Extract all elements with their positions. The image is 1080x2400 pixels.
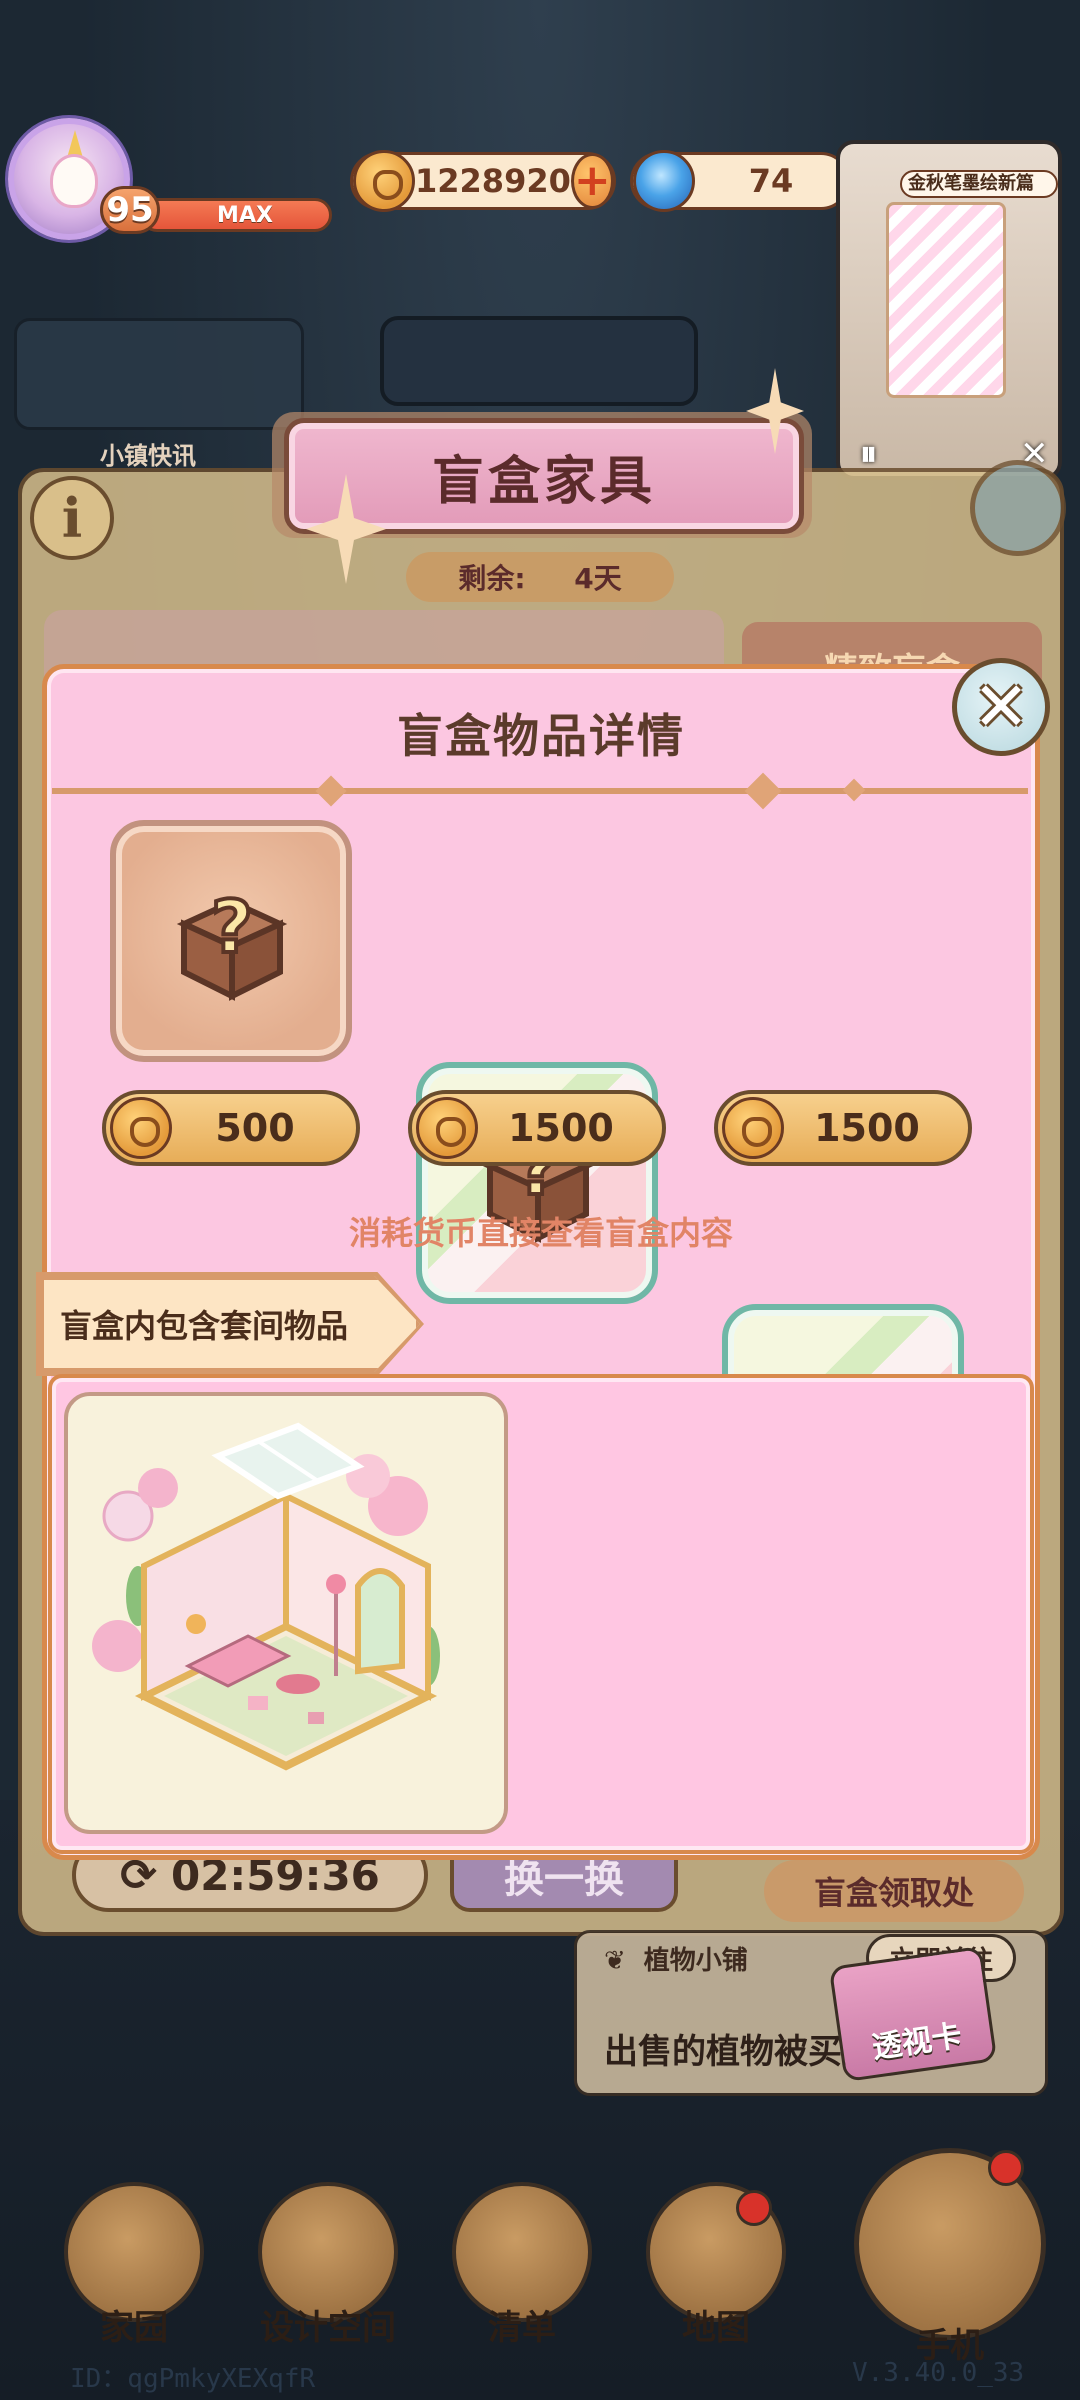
unicorn-face-icon <box>50 154 98 208</box>
coin-icon <box>722 1097 784 1159</box>
coin-icon <box>416 1097 478 1159</box>
coin-amount: 1228920 <box>415 162 571 200</box>
info-button[interactable]: i <box>30 476 114 560</box>
add-coins-button[interactable]: + <box>570 153 614 209</box>
xray-card-button[interactable]: 透视卡 <box>828 1945 998 2083</box>
box-2-price: 1500 <box>508 1106 614 1150</box>
leaf-icon: ❦ <box>604 1946 626 1976</box>
detail-modal-title: 盲盒物品详情 <box>397 709 685 763</box>
game-version: V.3.40.0_33 <box>852 2358 1025 2388</box>
svg-text:?: ? <box>211 885 253 969</box>
pip-character-card <box>886 202 1006 398</box>
remaining-value: 4天 <box>574 562 622 595</box>
phone-notification-dot <box>988 2150 1024 2186</box>
reveal-box-3-button[interactable]: 1500 <box>714 1090 972 1166</box>
plant-shop-label: ❦ 植物小铺 <box>604 1940 748 1977</box>
reveal-box-1-button[interactable]: 500 <box>102 1090 360 1166</box>
floating-video-window[interactable]: 金秋笔墨绘新篇 ⏸ ✕ <box>836 140 1062 480</box>
main-panel-title: 盲盒家具 <box>284 418 804 534</box>
isometric-room-illustration <box>92 1422 440 1771</box>
level-max-label: MAX <box>217 202 273 228</box>
nav-map-label: 地图 <box>682 2308 750 2348</box>
coin-icon <box>353 150 415 212</box>
night-event-banner[interactable] <box>380 316 698 406</box>
suite-room-item-card[interactable] <box>64 1392 508 1834</box>
level-progress-bar: MAX <box>140 198 332 232</box>
gem-counter: 74 <box>630 150 850 212</box>
swirl-gem-icon <box>633 150 695 212</box>
gem-amount: 74 <box>748 162 794 200</box>
level-badge: 95 <box>100 186 160 234</box>
consume-currency-hint: 消耗货币直接查看盲盒内容 <box>348 1214 733 1252</box>
remaining-time-pill: 剩余: 4天 <box>406 552 674 602</box>
box-3-price: 1500 <box>814 1106 920 1150</box>
title-divider <box>52 788 1028 794</box>
suite-items-section-label: 盲盒内包含套间物品 <box>60 1307 349 1345</box>
player-id: ID：qgPmkyXEXqfR <box>70 2364 316 2394</box>
town-news-label: 小镇快讯 <box>100 442 196 470</box>
main-panel-close-button[interactable] <box>970 460 1066 556</box>
mystery-box-icon: ? <box>176 884 288 1001</box>
remaining-label: 剩余: <box>458 562 526 595</box>
detail-close-button[interactable]: ✕ <box>952 658 1050 756</box>
main-panel-title-text: 盲盒家具 <box>431 451 656 512</box>
box-1-price: 500 <box>215 1106 295 1150</box>
plant-shop-name: 植物小铺 <box>643 1946 748 1976</box>
coin-icon <box>110 1097 172 1159</box>
pip-title: 金秋笔墨绘新篇 <box>900 170 1058 198</box>
coin-counter: 1228920 + <box>350 150 616 212</box>
map-notification-dot <box>736 2190 772 2226</box>
claim-label: 盲盒领取处 <box>813 1874 974 1912</box>
blind-box-tile-1[interactable]: ? <box>110 820 352 1062</box>
blind-box-claim-point[interactable]: 盲盒领取处 <box>764 1860 1024 1922</box>
nav-home-label: 家园 <box>100 2308 168 2348</box>
nav-list-label: 清单 <box>488 2308 556 2348</box>
town-news-banner[interactable] <box>14 318 304 430</box>
suite-items-section-tag: 盲盒内包含套间物品 <box>40 1276 420 1372</box>
nav-design-label: 设计空间 <box>260 2308 396 2348</box>
reveal-box-2-button[interactable]: 1500 <box>408 1090 666 1166</box>
xray-card-label: 透视卡 <box>869 2018 964 2066</box>
